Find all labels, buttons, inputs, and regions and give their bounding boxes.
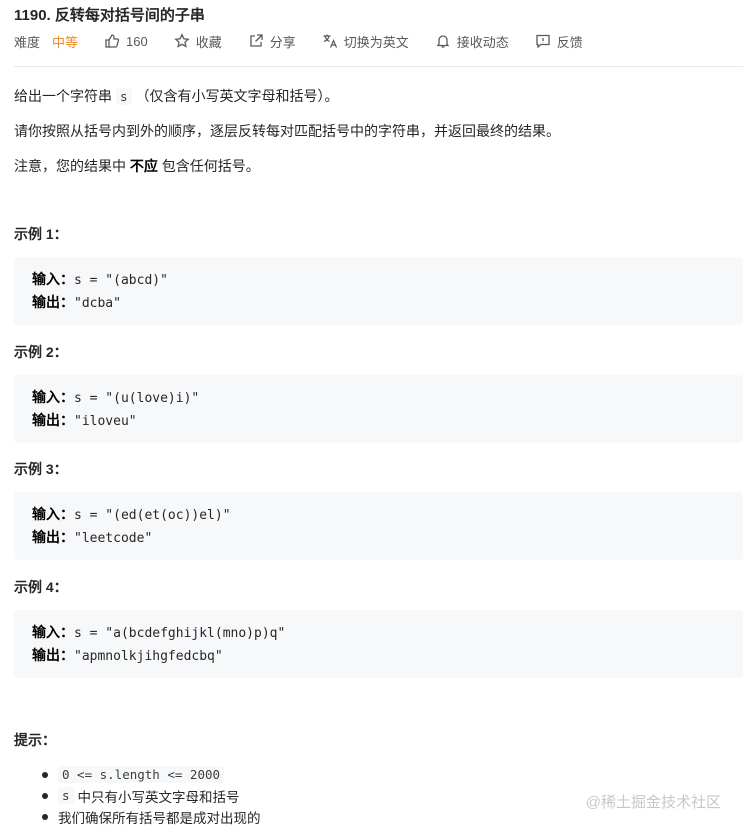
list-item: 0 <= s.length <= 2000 [14,764,261,785]
example-1-output: 输出："dcba" [32,292,121,312]
star-icon [174,33,190,49]
bell-icon [435,33,451,49]
emphasis-text: 不应 [129,158,158,174]
like-button[interactable]: 160 [104,33,148,49]
example-2-input: 输入：s = "(u(love)i)" [32,387,199,407]
input-label: 输入： [32,271,74,287]
example-2-output: 输出："iloveu" [32,410,137,430]
output-value: "leetcode" [74,531,153,546]
example-4-output: 输出："apmnolkjihgfedcbq" [32,645,223,665]
example-4-title: 示例 4： [14,579,68,595]
inline-code: 0 <= s.length <= 2000 [58,766,225,783]
meta-bar: 难度 中等 160 收藏 分享 切换为英文 接收动态 反馈 [14,31,609,51]
favorite-label: 收藏 [195,34,222,50]
input-label: 输入： [32,506,74,522]
input-value: s = "a(bcdefghijkl(mno)p)q" [74,626,286,641]
inline-code: s [116,88,132,105]
problem-title: 1190. 反转每对括号间的子串 [14,7,205,24]
bullet-icon [42,793,48,799]
description-text: 给出一个字符串 [14,88,112,104]
share-button[interactable]: 分享 [248,32,296,51]
input-label: 输入： [32,389,74,405]
feedback-icon [535,33,551,49]
favorite-button[interactable]: 收藏 [174,32,222,51]
notify-button[interactable]: 接收动态 [435,32,509,51]
output-value: "apmnolkjihgfedcbq" [74,649,223,664]
input-value: s = "(ed(et(oc))el)" [74,508,231,523]
description-text: 注意，您的结果中 [14,158,126,174]
share-label: 分享 [269,34,296,50]
bullet-icon [42,814,48,820]
output-value: "dcba" [74,296,121,311]
share-icon [248,33,264,49]
inline-code: s [58,787,74,804]
example-4-input: 输入：s = "a(bcdefghijkl(mno)p)q" [32,622,285,642]
example-1-title: 示例 1： [14,226,68,242]
output-label: 输出： [32,647,74,663]
list-item: s 中只有小写英文字母和括号 [14,785,261,806]
list-item: 我们确保所有括号都是成对出现的 [14,806,261,827]
input-value: s = "(u(love)i)" [74,391,200,406]
example-3-title: 示例 3： [14,461,68,477]
example-3-input: 输入：s = "(ed(et(oc))el)" [32,504,231,524]
example-2-block: 输入：s = "(u(love)i)" 输出："iloveu" [14,375,743,443]
translate-icon [322,33,338,49]
hints-list: 0 <= s.length <= 2000 s 中只有小写英文字母和括号 我们确… [14,764,261,827]
hints-title: 提示： [14,732,56,748]
feedback-button[interactable]: 反馈 [535,32,583,51]
example-4-block: 输入：s = "a(bcdefghijkl(mno)p)q" 输出："apmno… [14,610,743,678]
hint-text: 中只有小写英文字母和括号 [77,789,240,805]
header-divider [14,66,743,67]
input-value: s = "(abcd)" [74,273,168,288]
hint-text: 我们确保所有括号都是成对出现的 [58,810,261,826]
example-1-block: 输入：s = "(abcd)" 输出："dcba" [14,257,743,325]
difficulty-badge: 中等 [52,34,79,50]
description-paragraph-1: 给出一个字符串 s （仅含有小写英文字母和括号）。 [14,86,339,106]
translate-button[interactable]: 切换为英文 [322,32,409,51]
like-count: 160 [126,33,148,49]
thumbs-up-icon [104,33,120,49]
output-value: "iloveu" [74,414,137,429]
description-text: 包含任何括号。 [161,158,260,174]
feedback-label: 反馈 [556,34,583,50]
example-1-input: 输入：s = "(abcd)" [32,269,168,289]
example-3-output: 输出："leetcode" [32,527,152,547]
watermark: @稀土掘金技术社区 [585,794,721,811]
description-paragraph-3: 注意，您的结果中 不应 包含任何括号。 [14,156,260,176]
bullet-icon [42,772,48,778]
notify-label: 接收动态 [456,34,509,50]
example-2-title: 示例 2： [14,344,68,360]
difficulty-label: 难度 [14,34,41,50]
output-label: 输出： [32,529,74,545]
output-label: 输出： [32,412,74,428]
description-paragraph-2: 请你按照从括号内到外的顺序，逐层反转每对匹配括号中的字符串，并返回最终的结果。 [14,123,560,139]
output-label: 输出： [32,294,74,310]
example-3-block: 输入：s = "(ed(et(oc))el)" 输出："leetcode" [14,492,743,560]
description-text: （仅含有小写英文字母和括号）。 [135,88,339,104]
input-label: 输入： [32,624,74,640]
translate-label: 切换为英文 [343,34,409,50]
